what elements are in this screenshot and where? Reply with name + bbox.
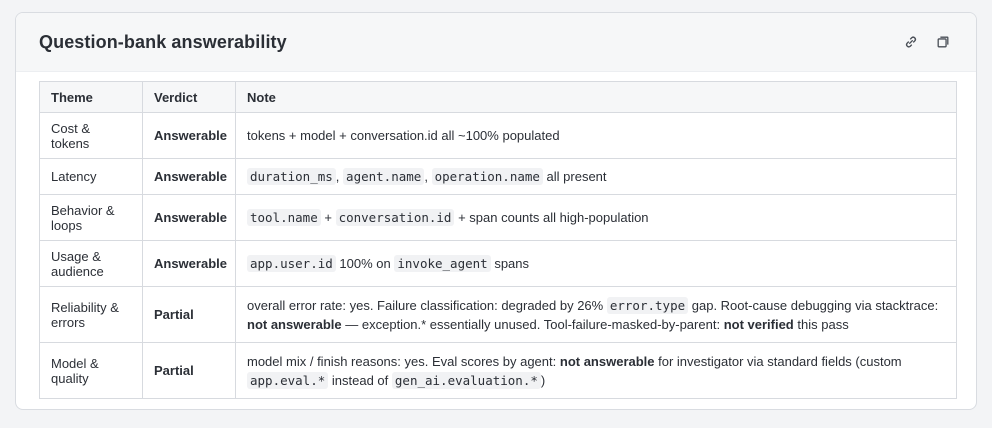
theme-cell: Latency <box>39 158 143 195</box>
verdict-cell: Partial <box>142 342 236 399</box>
code-token: app.eval.* <box>247 371 329 389</box>
note-text: , <box>424 169 428 184</box>
code-token: error.type <box>606 296 689 314</box>
note-text: 100% on <box>339 256 391 271</box>
note-text: tokens + model + conversation.id all ~10… <box>247 128 560 143</box>
note-text: + span counts all high-population <box>458 210 649 225</box>
code-token: operation.name <box>431 168 543 185</box>
code-token: gen_ai.evaluation.* <box>391 371 541 389</box>
note-text: overall error rate: yes. Failure classif… <box>247 297 604 313</box>
note-emphasis: not verified <box>723 316 794 332</box>
table-header-row: Theme Verdict Note <box>39 81 957 113</box>
header-actions <box>902 33 952 51</box>
note-emphasis: not answerable <box>247 316 342 332</box>
note-cell: app.user.id 100% on invoke_agent spans <box>235 240 957 287</box>
verdict-cell: Answerable <box>142 158 236 195</box>
code-token: agent.name <box>343 168 425 185</box>
code-token: app.user.id <box>247 255 336 272</box>
table-row: Cost & tokens Answerable tokens + model … <box>39 112 957 159</box>
verdict-cell: Answerable <box>142 112 236 159</box>
theme-cell: Cost & tokens <box>39 112 143 159</box>
card-header: Question-bank answerability <box>16 13 976 72</box>
verdict-cell: Answerable <box>142 194 236 241</box>
note-text: spans <box>494 256 530 271</box>
note-cell: model mix / finish reasons: yes. Eval sc… <box>235 342 957 399</box>
note-text: for investigator via standard fields (cu… <box>658 353 902 369</box>
theme-cell: Behavior & loops <box>39 194 143 241</box>
table-row: Model & quality Partial model mix / fini… <box>39 342 957 399</box>
note-text: — exception.* essentially unused. Tool-f… <box>345 316 721 332</box>
note-text: model mix / finish reasons: yes. Eval sc… <box>247 353 557 369</box>
note-text: + <box>324 210 332 225</box>
code-token: invoke_agent <box>394 255 491 272</box>
note-cell: duration_ms, agent.name, operation.name … <box>235 158 957 195</box>
table-row: Latency Answerable duration_ms, agent.na… <box>39 158 957 195</box>
table-row: Reliability & errors Partial overall err… <box>39 286 957 343</box>
header-theme: Theme <box>39 81 143 113</box>
note-cell: tool.name + conversation.id + span count… <box>235 194 957 241</box>
note-text: , <box>335 169 340 184</box>
header-note: Note <box>235 81 957 113</box>
note-text: this pass <box>797 316 849 332</box>
link-icon[interactable] <box>902 33 920 51</box>
note-text: instead of <box>331 372 389 388</box>
note-text: ) <box>540 372 546 388</box>
note-text: gap. Root-cause debugging via stacktrace… <box>691 297 939 313</box>
code-token: duration_ms <box>247 168 336 185</box>
copy-icon[interactable] <box>934 33 952 51</box>
table-row: Behavior & loops Answerable tool.name + … <box>39 194 957 241</box>
verdict-cell: Partial <box>142 286 236 343</box>
table-row: Usage & audience Answerable app.user.id … <box>39 240 957 287</box>
note-text: all present <box>546 169 607 184</box>
code-token: conversation.id <box>335 209 455 226</box>
answerability-table-wrap: Theme Verdict Note Cost & tokens Answera… <box>39 81 957 399</box>
header-verdict: Verdict <box>142 81 236 113</box>
verdict-cell: Answerable <box>142 240 236 287</box>
theme-cell: Model & quality <box>39 342 143 399</box>
note-cell: overall error rate: yes. Failure classif… <box>235 286 957 343</box>
theme-cell: Reliability & errors <box>39 286 143 343</box>
note-cell: tokens + model + conversation.id all ~10… <box>235 112 957 159</box>
code-token: tool.name <box>247 209 321 226</box>
answerability-table: Theme Verdict Note Cost & tokens Answera… <box>39 81 957 399</box>
card-title: Question-bank answerability <box>39 31 287 52</box>
answerability-card: Question-bank answerability Theme Verdic… <box>15 12 977 410</box>
note-emphasis: not answerable <box>559 353 655 369</box>
theme-cell: Usage & audience <box>39 240 143 287</box>
